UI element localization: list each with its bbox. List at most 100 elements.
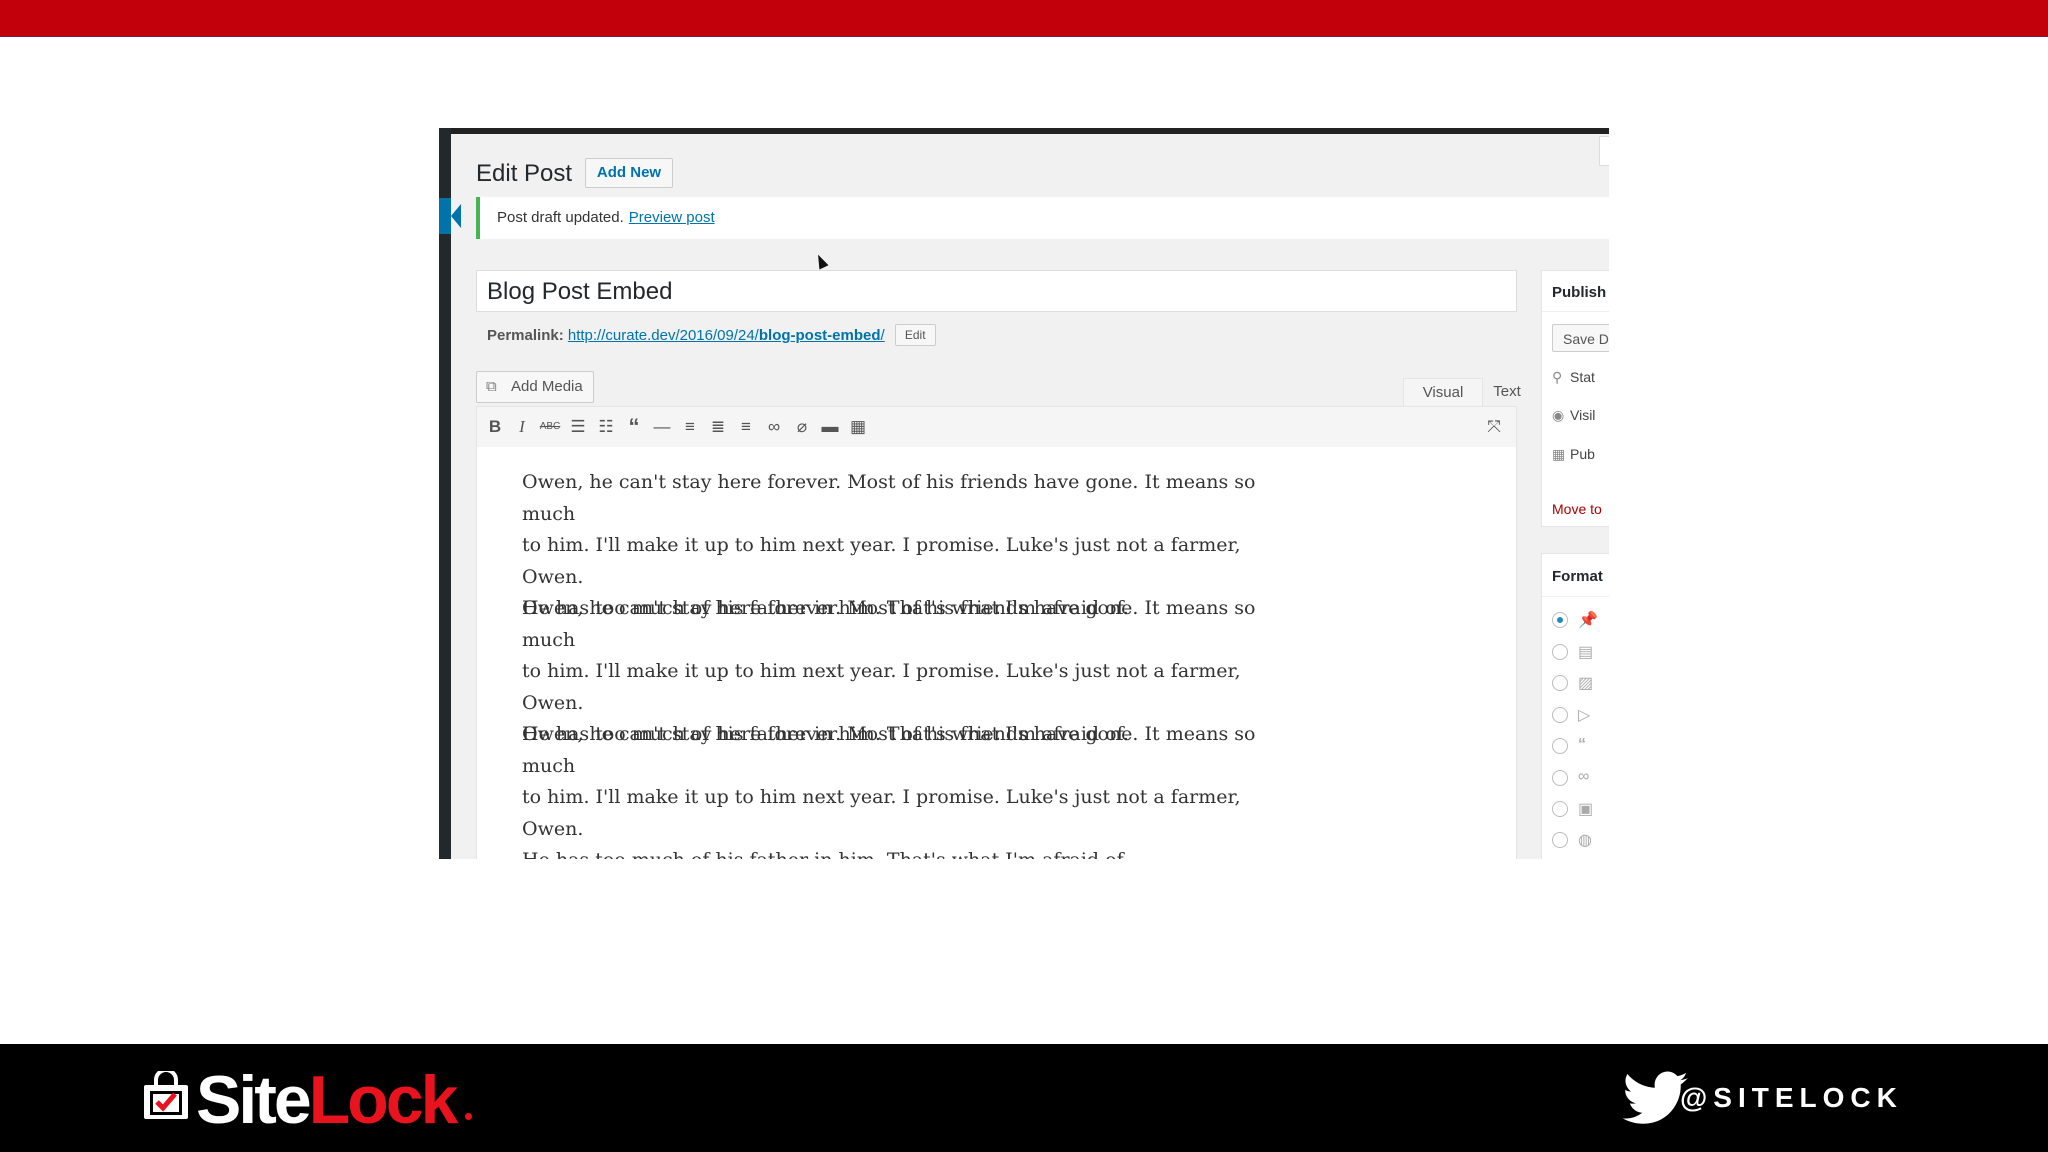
format-option-quote[interactable]: “ [1552, 736, 1609, 756]
preview-post-link[interactable]: Preview post [629, 209, 715, 226]
permalink-slug: blog-post-embed [758, 327, 881, 344]
align-left-icon[interactable]: ≡ [678, 415, 702, 439]
publish-box: Publish Save D ⚲ Stat ◉ Visil ▦ Pub Move to [1541, 270, 1609, 527]
blockquote-icon[interactable]: “ [622, 415, 646, 439]
unlink-icon[interactable]: ⌀ [790, 415, 814, 439]
screenshot-top-edge [439, 128, 1609, 134]
format-option-chat[interactable]: ◍ [1552, 832, 1609, 850]
format-option-aside[interactable]: ▤ [1552, 644, 1609, 662]
pin-icon: ⚲ [1552, 369, 1563, 385]
editor-toolbar: B I ABC ☰ ☷ “ — ≡ ≣ ≡ ∞ ⌀ ▬ ▦ ⤧ [476, 406, 1517, 448]
publish-heading: Publish [1552, 284, 1607, 301]
radio-button[interactable] [1552, 738, 1568, 754]
status-label: Stat [1570, 369, 1595, 385]
radio-button[interactable] [1552, 770, 1568, 786]
quote-icon: “ [1578, 736, 1586, 753]
eye-icon: ◉ [1552, 407, 1565, 423]
logo-dot [465, 1113, 472, 1120]
add-media-button[interactable]: ⧉ Add Media [476, 371, 594, 403]
top-red-bar [0, 0, 2048, 37]
paragraph-line: He has too much of his father in him. Th… [522, 845, 1282, 859]
visibility-row: ◉ Visil [1552, 407, 1595, 424]
link-icon[interactable]: ∞ [762, 415, 786, 439]
horizontal-rule-icon[interactable]: — [650, 415, 674, 439]
strikethrough-icon[interactable]: ABC [538, 415, 562, 439]
radio-button[interactable] [1552, 707, 1568, 723]
logo-wordmark: SiteLock [196, 1061, 459, 1139]
numbered-list-icon[interactable]: ☷ [594, 415, 618, 439]
publish-date-label: Pub [1570, 446, 1595, 462]
add-new-button[interactable]: Add New [585, 158, 673, 188]
move-to-trash-link[interactable]: Move to [1552, 501, 1602, 517]
post-title-value: Blog Post Embed [487, 278, 673, 305]
tab-visual[interactable]: Visual [1403, 378, 1483, 407]
mouse-cursor-icon [813, 252, 829, 270]
permalink-label: Permalink: [487, 327, 564, 344]
format-option-image[interactable]: ▨ [1552, 675, 1609, 693]
format-option-video[interactable]: ▷ [1552, 707, 1609, 725]
fullscreen-icon[interactable]: ⤧ [1482, 415, 1506, 439]
format-heading: Format [1552, 568, 1603, 585]
bold-icon[interactable]: B [483, 415, 507, 439]
radio-button[interactable] [1552, 801, 1568, 817]
update-notice: Post draft updated. Preview post [476, 197, 1609, 239]
screen-options-button[interactable] [1599, 136, 1609, 166]
radio-button[interactable] [1552, 832, 1568, 848]
italic-icon[interactable]: I [510, 415, 534, 439]
add-media-label: Add Media [511, 378, 583, 395]
tab-text[interactable]: Text [1481, 378, 1533, 406]
notice-text-container: Post draft updated. Preview post [497, 209, 715, 226]
save-draft-button[interactable]: Save D [1552, 324, 1609, 352]
link-icon: ∞ [1578, 768, 1590, 785]
video-icon: ▷ [1578, 707, 1591, 724]
format-option-standard[interactable]: 📌 [1552, 612, 1609, 630]
pin-icon: 📌 [1578, 612, 1598, 629]
paragraph-line: to him. I'll make it up to him next year… [522, 660, 1241, 714]
paragraph-line: Owen, he can't stay here forever. Most o… [522, 723, 1256, 777]
align-right-icon[interactable]: ≡ [734, 415, 758, 439]
radio-button[interactable] [1552, 612, 1568, 628]
aside-icon: ▤ [1578, 644, 1594, 661]
admin-menu-arrow-icon [451, 204, 461, 228]
permalink-url[interactable]: http://curate.dev/2016/09/24/blog-post-e… [568, 327, 885, 344]
align-center-icon[interactable]: ≣ [706, 415, 730, 439]
notice-message: Post draft updated. [497, 209, 624, 226]
radio-button[interactable] [1552, 675, 1568, 691]
visibility-label: Visil [1570, 407, 1596, 423]
permalink-edit-button[interactable]: Edit [894, 324, 936, 346]
calendar-icon: ▦ [1552, 446, 1566, 462]
radio-button[interactable] [1552, 644, 1568, 660]
status-row: ⚲ Stat [1552, 369, 1595, 386]
publish-date-row: ▦ Pub [1552, 446, 1595, 463]
logo-lock-text: Lock [308, 1062, 459, 1138]
chat-icon: ◍ [1578, 832, 1592, 849]
permalink-url-tail: / [880, 327, 885, 344]
format-option-gallery[interactable]: ▣ [1552, 801, 1609, 819]
paragraph-3: Owen, he can't stay here forever. Most o… [522, 719, 1282, 859]
add-media-icon: ⧉ [486, 378, 497, 395]
publish-divider [1542, 311, 1609, 312]
bullet-list-icon[interactable]: ☰ [566, 415, 590, 439]
shopping-bag-check-icon [144, 1071, 188, 1119]
page-title: Edit Post [476, 160, 573, 187]
paragraph-line: to him. I'll make it up to him next year… [522, 786, 1241, 840]
image-icon: ▨ [1578, 675, 1594, 692]
permalink-url-base: http://curate.dev/2016/09/24/ [567, 327, 759, 344]
format-box: Format 📌 ▤ ▨ ▷ “ ∞ ▣ ◍ [1541, 553, 1609, 859]
editor-content-area[interactable]: Owen, he can't stay here forever. Most o… [476, 447, 1517, 859]
post-title-input[interactable]: Blog Post Embed [476, 270, 1517, 312]
read-more-icon[interactable]: ▬ [818, 415, 842, 439]
gallery-icon: ▣ [1578, 801, 1594, 818]
toolbar-toggle-icon[interactable]: ▦ [846, 415, 870, 439]
logo-site-text: Site [196, 1062, 312, 1138]
admin-active-menu-indicator [439, 198, 451, 234]
paragraph-line: Owen, he can't stay here forever. Most o… [522, 471, 1256, 525]
format-divider [1542, 596, 1609, 597]
paragraph-line: Owen, he can't stay here forever. Most o… [522, 597, 1256, 651]
sitelock-logo: SiteLock [142, 1061, 482, 1138]
wordpress-editor-screenshot: Edit Post Add New Post draft updated. Pre… [439, 128, 1609, 859]
permalink-row: Permalink: http://curate.dev/2016/09/24/… [487, 324, 936, 346]
paragraph-line: to him. I'll make it up to him next year… [522, 534, 1241, 588]
format-option-link[interactable]: ∞ [1552, 768, 1609, 788]
twitter-handle: @SITELOCK [1680, 1082, 1903, 1113]
